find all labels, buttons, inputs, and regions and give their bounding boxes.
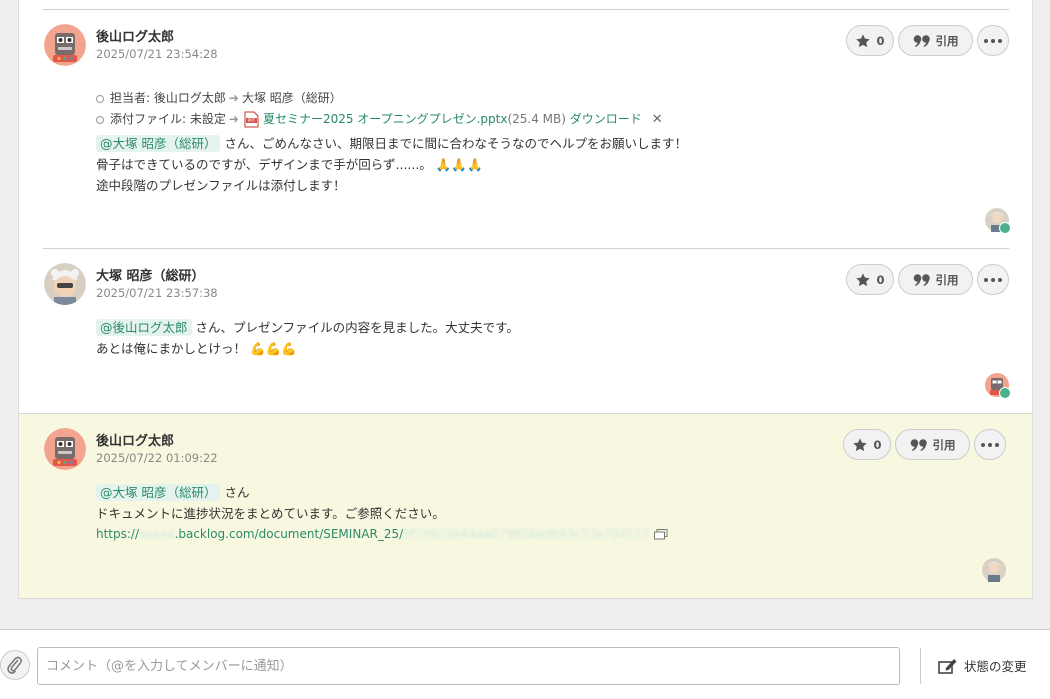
change-assignee: 担当者: 後山ログ太郎 ➜ 大塚 昭彦（総研） — [96, 88, 663, 109]
edit-status-icon — [938, 658, 957, 674]
star-count: 0 — [876, 33, 885, 48]
comment-body: @大塚 昭彦（総研） さん ドキュメントに進捗状況をまとめています。ご参照くださ… — [96, 482, 668, 545]
divider — [920, 648, 921, 684]
comment-body: @大塚 昭彦（総研） さん、ごめんなさい、期限日までに間に合わなそうなのでヘルプ… — [96, 135, 687, 193]
quote-button[interactable]: 引用 — [898, 25, 973, 56]
star-icon — [853, 437, 868, 451]
download-link[interactable]: ダウンロード — [570, 109, 642, 130]
quote-icon — [910, 438, 927, 451]
quote-label: 引用 — [935, 272, 959, 287]
star-count: 0 — [876, 272, 885, 287]
avatar[interactable] — [44, 263, 86, 305]
comment-footer: 状態の変更 — [0, 629, 1050, 699]
change-log: 担当者: 後山ログ太郎 ➜ 大塚 昭彦（総研） 添付ファイル: 未設定 ➜ PPT 夏… — [96, 88, 663, 130]
comment-body: @後山ログ太郎 さん、プレゼンファイルの内容を見ました。大丈夫です。 あとは俺に… — [96, 319, 519, 356]
svg-text:PPT: PPT — [248, 118, 256, 123]
close-icon[interactable]: ✕ — [652, 109, 663, 130]
star-icon — [856, 272, 871, 286]
mention-link[interactable]: @後山ログ太郎 — [96, 319, 192, 336]
quote-button[interactable]: 引用 — [898, 264, 973, 295]
paperclip-icon — [7, 656, 22, 674]
bullet-icon — [96, 94, 104, 103]
star-button[interactable]: 0 — [843, 429, 891, 460]
comment-author[interactable]: 後山ログ太郎 — [96, 26, 174, 45]
read-avatar[interactable] — [985, 208, 1011, 234]
status-change-label: 状態の変更 — [964, 659, 1027, 674]
comment-list-panel: 後山ログ太郎 2025/07/21 23:54:28 0 引用 担当者: 後山ロ… — [18, 0, 1033, 599]
comment-actions: 0 引用 — [846, 264, 1009, 295]
read-check-icon — [999, 222, 1011, 234]
pptx-file-icon: PPT — [244, 111, 259, 128]
star-button[interactable]: 0 — [846, 264, 894, 295]
document-url-link[interactable]: https://xxxxx .backlog.com/document/SEMIN… — [96, 524, 668, 545]
comment-date: 2025/07/21 23:54:28 — [96, 47, 218, 61]
muscle-emoji: 💪💪💪 — [250, 341, 297, 356]
star-icon — [856, 33, 871, 47]
more-icon — [981, 442, 999, 447]
attach-button[interactable] — [0, 650, 30, 680]
mention-link[interactable]: @大塚 昭彦（総研） — [96, 135, 221, 152]
mention-link[interactable]: @大塚 昭彦（総研） — [96, 484, 221, 501]
file-size: (25.4 MB) — [507, 112, 566, 126]
quote-label: 引用 — [935, 33, 959, 48]
more-menu-button[interactable] — [977, 25, 1009, 56]
comment-date: 2025/07/22 01:09:22 — [96, 451, 218, 465]
quote-icon — [913, 34, 930, 47]
quote-button[interactable]: 引用 — [895, 429, 970, 460]
comment-date: 2025/07/21 23:57:38 — [96, 286, 218, 300]
comment-input[interactable] — [37, 647, 900, 685]
avatar[interactable] — [44, 24, 86, 66]
read-avatar[interactable] — [982, 558, 1006, 582]
comment-item: 後山ログ太郎 2025/07/21 23:54:28 0 引用 担当者: 後山ロ… — [43, 9, 1011, 248]
open-window-icon[interactable] — [653, 529, 668, 540]
comment-item-highlighted: 後山ログ太郎 2025/07/22 01:09:22 0 引用 @大塚 昭彦（総… — [19, 413, 1032, 598]
more-icon — [984, 277, 1002, 282]
read-check-icon — [999, 387, 1011, 399]
arrow-right-icon: ➜ — [228, 91, 239, 105]
star-button[interactable]: 0 — [846, 25, 894, 56]
comment-actions: 0 引用 — [843, 429, 1006, 460]
quote-label: 引用 — [932, 437, 956, 452]
star-count: 0 — [873, 437, 882, 452]
more-menu-button[interactable] — [974, 429, 1006, 460]
more-icon — [984, 38, 1002, 43]
avatar[interactable] — [44, 428, 86, 470]
comment-author[interactable]: 後山ログ太郎 — [96, 430, 174, 449]
comment-actions: 0 引用 — [846, 25, 1009, 56]
change-attachment: 添付ファイル: 未設定 ➜ PPT 夏セミナー2025 オープニングプレゼン.pp… — [96, 109, 663, 130]
attachment-file-link[interactable]: 夏セミナー2025 オープニングプレゼン.pptx — [263, 109, 508, 130]
comment-author[interactable]: 大塚 昭彦（総研） — [96, 265, 205, 284]
bullet-icon — [96, 115, 104, 124]
pray-emoji: 🙏🙏🙏 — [435, 157, 483, 172]
comment-item: 大塚 昭彦（総研） 2025/07/21 23:57:38 0 引用 @後山ログ… — [43, 248, 1011, 413]
arrow-right-icon: ➜ — [228, 112, 239, 126]
read-avatar[interactable] — [985, 373, 1011, 399]
status-change-button[interactable]: 状態の変更 — [938, 656, 1027, 675]
quote-icon — [913, 273, 930, 286]
more-menu-button[interactable] — [977, 264, 1009, 295]
